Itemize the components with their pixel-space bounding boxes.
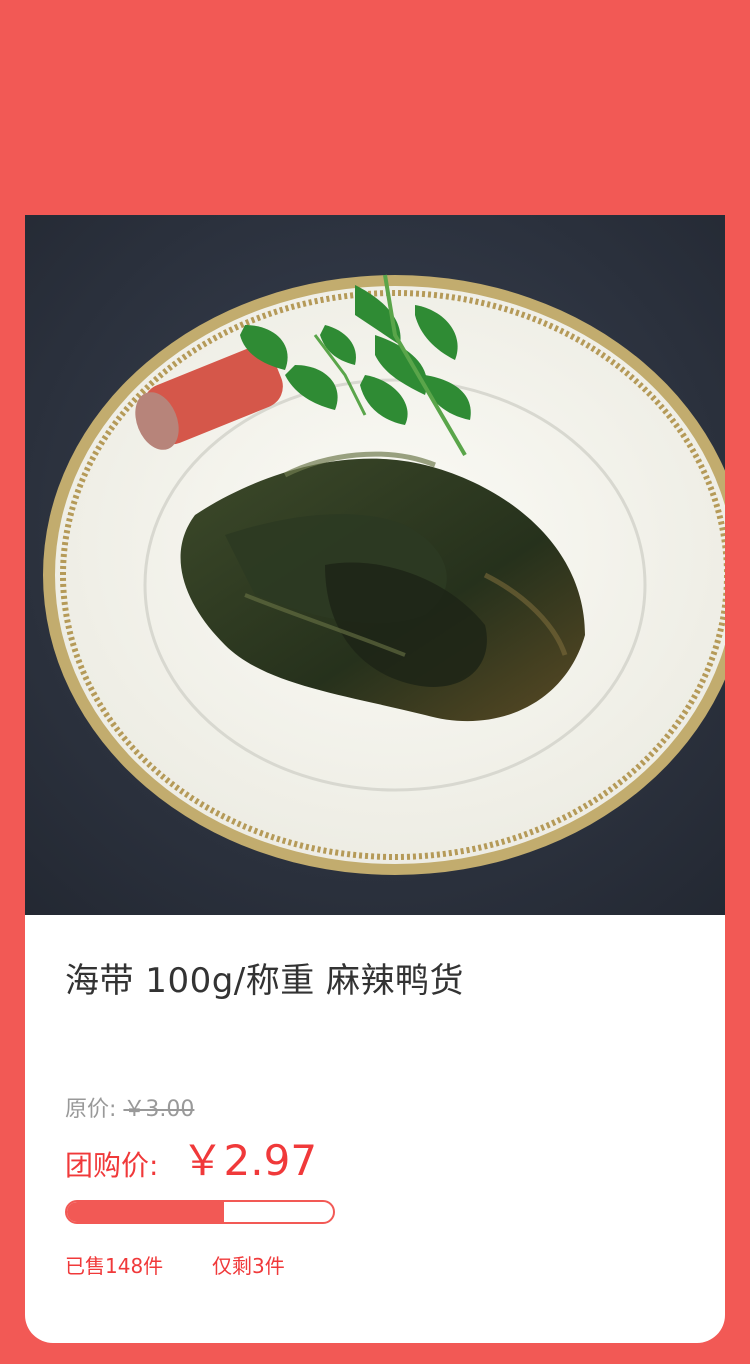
- sales-progress-bar: [65, 1200, 335, 1224]
- page: 海带 100g/称重 麻辣鸭货 原价: ￥3.00 团购价: ￥2.97 已售1…: [0, 0, 750, 1364]
- group-price: 团购价: ￥2.97: [65, 1127, 317, 1188]
- group-price-value: ￥2.97: [181, 1136, 318, 1185]
- original-price: 原价: ￥3.00: [65, 1091, 194, 1123]
- original-price-label: 原价:: [65, 1097, 117, 1122]
- sold-count: 已售148件: [65, 1254, 164, 1278]
- product-image[interactable]: [25, 215, 725, 915]
- original-price-value: ￥3.00: [123, 1097, 195, 1122]
- group-price-label: 团购价:: [65, 1149, 159, 1182]
- remaining-count: 仅剩3件: [212, 1254, 285, 1278]
- sales-progress-fill: [67, 1202, 224, 1222]
- product-card[interactable]: 海带 100g/称重 麻辣鸭货 原价: ￥3.00 团购价: ￥2.97 已售1…: [25, 215, 725, 1343]
- product-title: 海带 100g/称重 麻辣鸭货: [65, 961, 465, 1001]
